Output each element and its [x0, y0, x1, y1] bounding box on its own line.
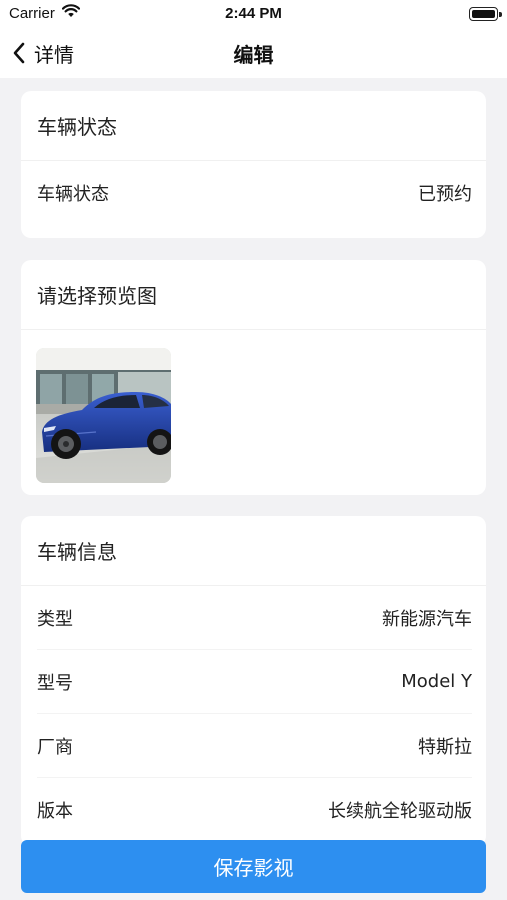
type-value: 新能源汽车: [382, 608, 472, 630]
vehicle-status-header: 车辆状态: [21, 91, 486, 161]
info-row-type[interactable]: 类型 新能源汽车: [37, 586, 472, 650]
preview-image-card: 请选择预览图: [21, 260, 486, 495]
vehicle-info-header: 车辆信息: [21, 516, 486, 586]
page-title: 编辑: [233, 43, 274, 67]
vehicle-status-value: 已预约: [418, 184, 472, 205]
manufacturer-value: 特斯拉: [418, 736, 472, 758]
version-label: 版本: [37, 801, 73, 822]
navigation-bar: 详情 编辑: [0, 28, 507, 78]
info-row-model[interactable]: 型号 Model Y: [37, 650, 472, 714]
battery-icon: [469, 7, 502, 21]
vehicle-status-label: 车辆状态: [37, 184, 109, 205]
manufacturer-label: 厂商: [37, 736, 73, 758]
type-label: 类型: [37, 608, 73, 630]
model-value: Model Y: [401, 671, 472, 692]
vehicle-status-row[interactable]: 车辆状态 已预约: [37, 161, 472, 225]
model-label: 型号: [37, 672, 73, 694]
save-button[interactable]: 保存影视: [21, 840, 486, 893]
vehicle-status-card: 车辆状态 车辆状态 已预约: [21, 91, 486, 238]
vehicle-info-card: 车辆信息 类型 新能源汽车 型号 Model Y 厂商 特斯拉 版本 长续航全轮…: [21, 516, 486, 846]
status-time: 2:44 PM: [225, 5, 282, 22]
info-row-version[interactable]: 版本 长续航全轮驱动版: [37, 778, 472, 842]
version-value: 长续航全轮驱动版: [328, 801, 472, 822]
info-row-manufacturer[interactable]: 厂商 特斯拉: [37, 714, 472, 778]
status-bar: Carrier 2:44 PM: [0, 0, 507, 28]
preview-image-header: 请选择预览图: [21, 260, 486, 330]
car-preview-image[interactable]: [36, 348, 171, 483]
